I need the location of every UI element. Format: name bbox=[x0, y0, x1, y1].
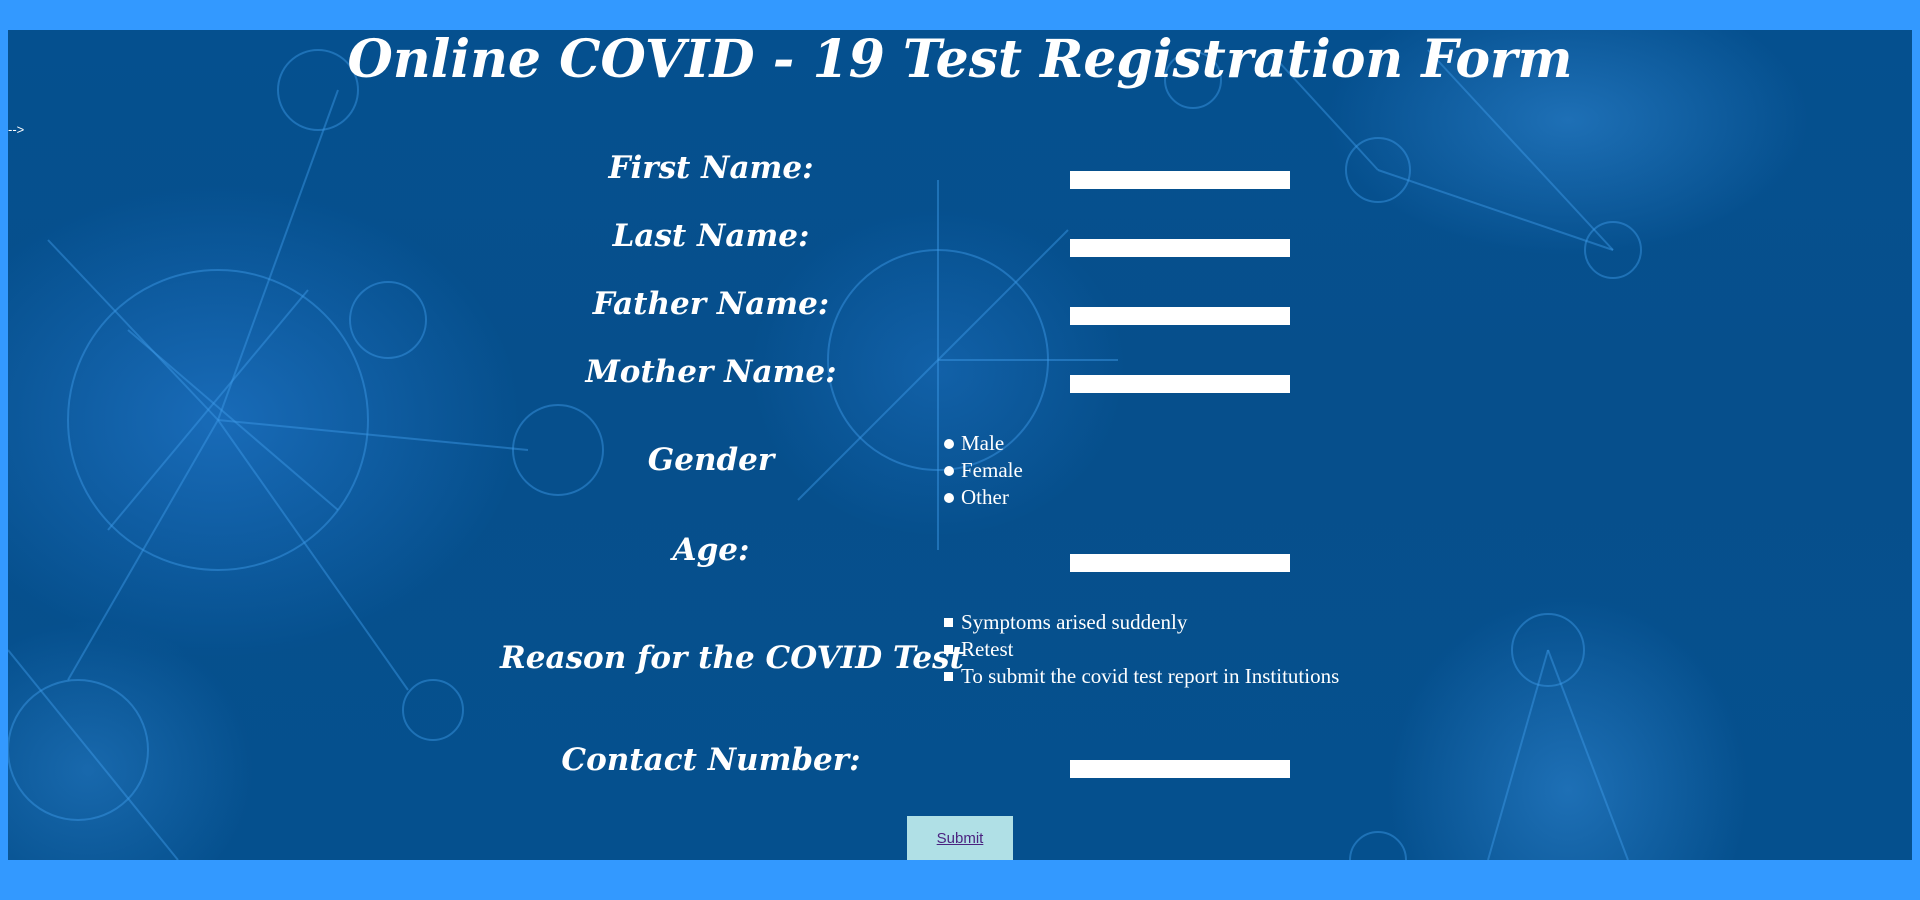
reason-options: Symptoms arised suddenly Retest To submi… bbox=[944, 609, 1339, 690]
gender-female-radio[interactable] bbox=[944, 465, 954, 476]
father-name-label: Father Name: bbox=[592, 286, 830, 322]
contact-number-label: Contact Number: bbox=[561, 742, 861, 778]
reason-symptoms-label: Symptoms arised suddenly bbox=[961, 610, 1188, 634]
reason-retest-checkbox[interactable] bbox=[944, 645, 953, 654]
reason-institutions-label: To submit the covid test report in Insti… bbox=[961, 664, 1340, 688]
last-name-input[interactable] bbox=[1070, 239, 1290, 257]
contact-number-input[interactable] bbox=[1070, 760, 1290, 778]
reason-institutions-checkbox[interactable] bbox=[944, 672, 953, 681]
page-title: Online COVID - 19 Test Registration Form bbox=[347, 30, 1573, 90]
first-name-input[interactable] bbox=[1070, 171, 1290, 189]
gender-male-label: Male bbox=[961, 431, 1005, 455]
gender-label: Gender bbox=[647, 442, 775, 478]
stray-comment-text: --> bbox=[8, 122, 25, 137]
age-input[interactable] bbox=[1070, 554, 1290, 572]
first-name-label: First Name: bbox=[608, 150, 814, 186]
reason-option-retest[interactable]: Retest bbox=[944, 636, 1339, 663]
reason-option-symptoms[interactable]: Symptoms arised suddenly bbox=[944, 609, 1339, 636]
gender-option-male[interactable]: Male bbox=[944, 430, 1023, 457]
gender-other-label: Other bbox=[961, 485, 1009, 509]
gender-option-female[interactable]: Female bbox=[944, 457, 1023, 484]
reason-retest-label: Retest bbox=[961, 637, 1014, 661]
mother-name-input[interactable] bbox=[1070, 375, 1290, 393]
reason-symptoms-checkbox[interactable] bbox=[944, 618, 953, 627]
age-label: Age: bbox=[672, 532, 750, 568]
reason-label: Reason for the COVID Test bbox=[500, 640, 964, 676]
gender-option-other[interactable]: Other bbox=[944, 484, 1023, 511]
gender-other-radio[interactable] bbox=[944, 492, 954, 503]
gender-male-radio[interactable] bbox=[944, 438, 954, 449]
last-name-label: Last Name: bbox=[612, 218, 810, 254]
mother-name-label: Mother Name: bbox=[585, 354, 837, 390]
form-panel: Online COVID - 19 Test Registration Form… bbox=[8, 30, 1912, 860]
father-name-input[interactable] bbox=[1070, 307, 1290, 325]
gender-options: Male Female Other bbox=[944, 430, 1023, 511]
gender-female-label: Female bbox=[961, 458, 1023, 482]
submit-button[interactable]: Submit bbox=[907, 816, 1013, 860]
reason-option-institutions[interactable]: To submit the covid test report in Insti… bbox=[944, 663, 1339, 690]
